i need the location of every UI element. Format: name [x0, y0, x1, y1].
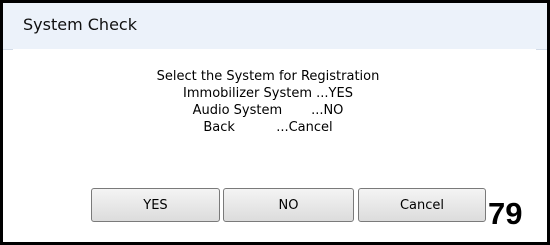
message-line-prompt: Select the System for Registration: [156, 69, 380, 84]
title-bar: System Check: [3, 3, 547, 50]
cancel-button[interactable]: Cancel: [358, 188, 486, 222]
message-text: Select the System for Registration Immob…: [13, 68, 523, 136]
dialog-body: Select the System for Registration Immob…: [13, 49, 536, 236]
message-line-audio: Audio System ...NO: [192, 103, 344, 118]
yes-button[interactable]: YES: [91, 188, 220, 222]
page-number: 79: [488, 196, 523, 231]
dialog-window: System Check Select the System for Regis…: [0, 0, 550, 245]
no-button[interactable]: NO: [223, 188, 354, 222]
message-line-back: Back ...Cancel: [203, 120, 333, 135]
message-line-immobilizer: Immobilizer System ...YES: [183, 86, 353, 101]
window-title: System Check: [23, 15, 137, 34]
